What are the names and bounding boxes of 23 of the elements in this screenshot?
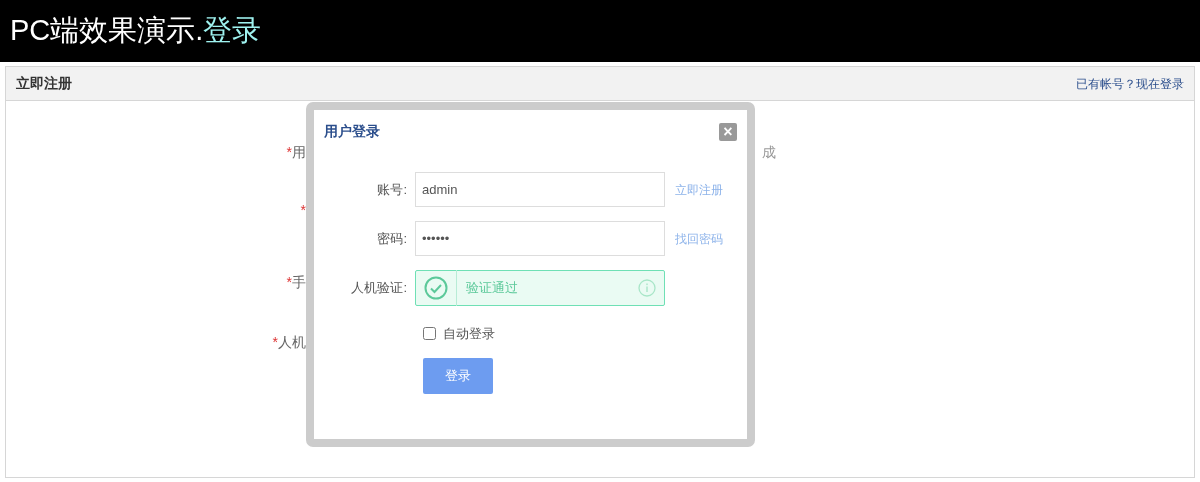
captcha-field[interactable]: 验证通过 — [415, 270, 665, 306]
login-button[interactable]: 登录 — [423, 357, 493, 394]
field-link[interactable]: 找回密码 — [675, 229, 723, 248]
field-label: 密码: — [376, 229, 408, 248]
field-label: *手 — [285, 272, 306, 292]
panel-title: 立即注册 — [16, 74, 72, 93]
dialog-title: 用户登录 — [324, 122, 380, 141]
field-label: 人机验证: — [350, 279, 408, 298]
close-button[interactable]: × — [719, 122, 737, 141]
info-icon — [638, 279, 656, 297]
hint-text: 成 — [762, 142, 776, 162]
checkbox[interactable] — [423, 327, 436, 341]
field-label: 账号: — [376, 180, 408, 199]
login-link[interactable]: 已有帐号？现在登录 — [1076, 74, 1184, 93]
text-input[interactable]: •••••• — [415, 221, 665, 256]
field-label: *人机 — [271, 332, 306, 352]
page-title: PC端效果演示.登录 — [10, 13, 262, 49]
field-label: *用 — [285, 142, 306, 162]
field-link[interactable]: 立即注册 — [675, 180, 723, 199]
field-label: * — [299, 200, 306, 220]
text-input[interactable]: admin — [415, 172, 665, 207]
checkbox-label: 自动登录 — [443, 325, 495, 343]
captcha-status: 验证通过 — [466, 279, 519, 298]
